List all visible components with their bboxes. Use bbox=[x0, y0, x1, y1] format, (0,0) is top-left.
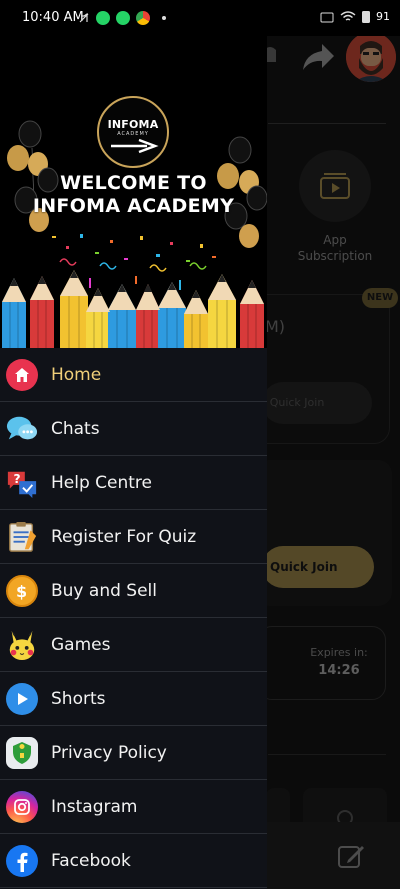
home-icon bbox=[6, 359, 38, 391]
logo-subtext: ACADEMY bbox=[117, 131, 149, 137]
clipboard-icon bbox=[6, 521, 38, 553]
menu-item-help-centre[interactable]: ? Help Centre bbox=[0, 456, 267, 510]
shield-icon bbox=[6, 737, 38, 769]
drawer-banner: INFOMA ACADEMY WELCOME TO INFOMA ACADEMY bbox=[0, 30, 267, 348]
more-notifications-dot bbox=[162, 16, 166, 20]
menu-item-shorts[interactable]: Shorts bbox=[0, 672, 267, 726]
chat-bubbles-icon bbox=[6, 413, 38, 445]
play-icon bbox=[6, 683, 38, 715]
menu-item-home[interactable]: Home bbox=[0, 348, 267, 402]
menu-label: Games bbox=[51, 635, 111, 655]
menu-label: Help Centre bbox=[51, 473, 153, 493]
menu-item-register-for-quiz[interactable]: Register For Quiz bbox=[0, 510, 267, 564]
pencils bbox=[2, 270, 264, 348]
menu-item-games[interactable]: Games bbox=[0, 618, 267, 672]
mute-icon bbox=[79, 12, 89, 23]
facebook-icon bbox=[6, 845, 38, 877]
menu-label: Home bbox=[51, 365, 102, 385]
welcome-line-2: INFOMA ACADEMY bbox=[32, 195, 235, 217]
pikachu-icon bbox=[6, 629, 38, 661]
logo-text: INFOMA bbox=[107, 118, 159, 131]
navigation-drawer: INFOMA ACADEMY WELCOME TO INFOMA ACADEMY… bbox=[0, 30, 267, 889]
status-bar: 10:40 AM 91 bbox=[0, 0, 400, 36]
status-time: 10:40 AM bbox=[22, 10, 84, 25]
chrome-icon bbox=[136, 11, 150, 25]
wifi-icon bbox=[340, 10, 356, 21]
whatsapp-icon bbox=[96, 11, 110, 25]
menu-item-instagram[interactable]: Instagram bbox=[0, 780, 267, 834]
menu-item-chats[interactable]: Chats bbox=[0, 402, 267, 456]
menu-item-buy-and-sell[interactable]: $ Buy and Sell bbox=[0, 564, 267, 618]
menu-label: Shorts bbox=[51, 689, 106, 709]
menu-item-facebook[interactable]: Facebook bbox=[0, 834, 267, 888]
menu-label: Chats bbox=[51, 419, 100, 439]
arrow-logo-icon bbox=[111, 138, 159, 154]
whatsapp-business-icon bbox=[116, 11, 130, 25]
menu-label: Buy and Sell bbox=[51, 581, 157, 601]
svg-text:$: $ bbox=[16, 582, 27, 601]
system-icons: 91 bbox=[320, 10, 390, 23]
drawer-menu: Home Chats ? Help Centre Register For Qu… bbox=[0, 348, 267, 888]
instagram-icon bbox=[6, 791, 38, 823]
menu-label: Instagram bbox=[51, 797, 138, 817]
menu-label: Register For Quiz bbox=[51, 527, 197, 547]
notification-icons bbox=[78, 11, 166, 25]
battery-icon bbox=[362, 11, 370, 23]
help-icon: ? bbox=[6, 467, 38, 499]
welcome-line-1: WELCOME TO bbox=[60, 172, 207, 194]
welcome-heading: WELCOME TO INFOMA ACADEMY bbox=[0, 172, 267, 218]
cast-icon bbox=[320, 12, 334, 22]
menu-label: Privacy Policy bbox=[51, 743, 167, 763]
menu-label: Facebook bbox=[51, 851, 131, 871]
menu-item-privacy-policy[interactable]: Privacy Policy bbox=[0, 726, 267, 780]
coin-icon: $ bbox=[6, 575, 38, 607]
battery-level: 91 bbox=[376, 10, 390, 23]
